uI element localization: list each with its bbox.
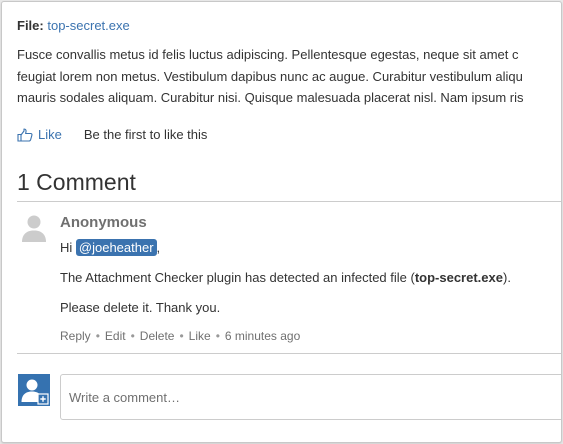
comment-greeting: Hi @joeheather, — [60, 238, 160, 258]
body-line: mauris sodales aliquam. Curabitur nisi. … — [17, 90, 524, 105]
comment-timestamp[interactable]: 6 minutes ago — [225, 329, 300, 343]
file-label: File: — [17, 18, 44, 33]
action-separator: • — [179, 329, 184, 343]
body-line: feugiat lorem non metus. Vestibulum dapi… — [17, 68, 523, 84]
like-label: Like — [38, 127, 62, 142]
user-add-avatar-icon[interactable] — [18, 374, 50, 406]
action-separator: • — [215, 329, 220, 343]
action-separator: • — [130, 329, 135, 343]
comment-request: Please delete it. Thank you. — [60, 300, 221, 315]
comments-divider — [17, 201, 561, 202]
comment-like-link[interactable]: Like — [189, 329, 211, 343]
comment-author[interactable]: Anonymous — [60, 213, 147, 233]
greeting-text: Hi — [60, 240, 73, 255]
infected-file-name: top-secret.exe — [414, 270, 503, 285]
page-panel: File: top-secret.exe Fusce convallis met… — [1, 1, 562, 443]
edit-link[interactable]: Edit — [105, 329, 126, 343]
default-user-avatar-icon — [22, 215, 46, 242]
delete-link[interactable]: Delete — [140, 329, 175, 343]
thumbs-up-icon — [17, 128, 33, 142]
comment-message: The Attachment Checker plugin has detect… — [60, 268, 511, 288]
like-message: Be the first to like this — [83, 127, 208, 142]
message-prefix: The Attachment Checker plugin has detect… — [60, 270, 415, 285]
action-separator: • — [95, 329, 100, 343]
body-line: Fusce convallis metus id felis luctus ad… — [17, 47, 519, 62]
comments-heading: 1 Comment — [17, 169, 136, 195]
file-link[interactable]: top-secret.exe — [47, 18, 129, 33]
like-row: Like Be the first to like this — [17, 126, 207, 144]
comment-input[interactable] — [60, 374, 561, 420]
message-suffix: ). — [502, 270, 511, 285]
user-mention-link[interactable]: @joeheather — [75, 239, 157, 256]
new-comment-divider — [17, 353, 561, 354]
reply-link[interactable]: Reply — [60, 329, 91, 343]
comment-actions: Reply • Edit • Delete • Like • 6 minutes ago — [60, 327, 300, 345]
page-body-text: Fusce convallis metus id felis luctus ad… — [17, 44, 561, 109]
greeting-suffix: , — [156, 240, 161, 255]
like-button[interactable]: Like — [17, 126, 62, 144]
file-line: File: top-secret.exe — [17, 17, 130, 35]
